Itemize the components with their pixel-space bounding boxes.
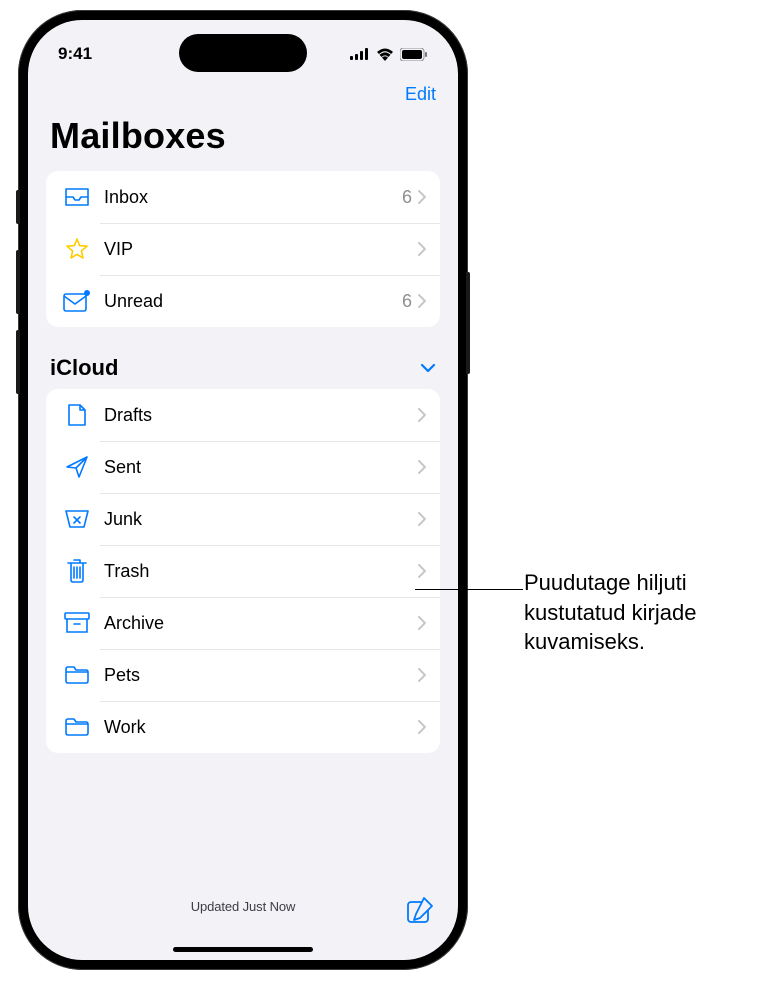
chevron-right-icon: [418, 720, 426, 734]
chevron-down-icon: [420, 363, 436, 373]
chevron-right-icon: [418, 242, 426, 256]
mailbox-vip[interactable]: VIP: [46, 223, 440, 275]
chevron-right-icon: [418, 460, 426, 474]
sent-icon: [62, 455, 92, 479]
compose-button[interactable]: [406, 896, 434, 924]
account-header-icloud[interactable]: iCloud: [28, 327, 458, 389]
drafts-icon: [62, 403, 92, 427]
chevron-right-icon: [418, 668, 426, 682]
mailbox-inbox[interactable]: Inbox 6: [46, 171, 440, 223]
volume-down-button: [16, 330, 20, 394]
folder-label: Drafts: [104, 405, 418, 426]
folder-pets[interactable]: Pets: [46, 649, 440, 701]
junk-icon: [62, 507, 92, 531]
mailbox-unread[interactable]: Unread 6: [46, 275, 440, 327]
edit-button[interactable]: Edit: [405, 84, 436, 105]
folder-icon: [62, 663, 92, 687]
chevron-right-icon: [418, 564, 426, 578]
inbox-icon: [62, 185, 92, 209]
wifi-icon: [376, 48, 394, 61]
folder-trash[interactable]: Trash: [46, 545, 440, 597]
folder-junk[interactable]: Junk: [46, 493, 440, 545]
mailbox-label: Unread: [104, 291, 402, 312]
folder-label: Sent: [104, 457, 418, 478]
nav-bar: Edit: [28, 74, 458, 109]
silent-switch: [16, 190, 20, 224]
status-indicators: [350, 48, 428, 61]
chevron-right-icon: [418, 294, 426, 308]
callout-text: Puudutage hiljuti kustutatud kirjade kuv…: [524, 568, 754, 657]
chevron-right-icon: [418, 616, 426, 630]
star-icon: [62, 237, 92, 261]
account-name: iCloud: [50, 355, 118, 381]
folder-label: Junk: [104, 509, 418, 530]
folder-archive[interactable]: Archive: [46, 597, 440, 649]
folder-icon: [62, 715, 92, 739]
trash-icon: [62, 559, 92, 583]
chevron-right-icon: [418, 408, 426, 422]
unread-icon: [62, 289, 92, 313]
chevron-right-icon: [418, 190, 426, 204]
status-time: 9:41: [58, 44, 92, 64]
folder-label: Archive: [104, 613, 418, 634]
screen: 9:41 Edit Mailboxes: [28, 20, 458, 960]
folder-label: Work: [104, 717, 418, 738]
smart-mailboxes-list: Inbox 6 VIP Unread 6: [46, 171, 440, 327]
chevron-right-icon: [418, 512, 426, 526]
home-indicator[interactable]: [173, 947, 313, 952]
mailbox-label: VIP: [104, 239, 418, 260]
toolbar-status: Updated Just Now: [191, 899, 296, 914]
folder-label: Trash: [104, 561, 418, 582]
account-folders-list: Drafts Sent Junk Tra: [46, 389, 440, 753]
battery-icon: [400, 48, 428, 61]
callout-leader-line: [415, 589, 523, 590]
folder-drafts[interactable]: Drafts: [46, 389, 440, 441]
dynamic-island: [179, 34, 307, 72]
page-title: Mailboxes: [28, 109, 458, 171]
volume-up-button: [16, 250, 20, 314]
folder-sent[interactable]: Sent: [46, 441, 440, 493]
cellular-icon: [350, 48, 370, 60]
unread-count: 6: [402, 291, 412, 312]
folder-label: Pets: [104, 665, 418, 686]
folder-work[interactable]: Work: [46, 701, 440, 753]
unread-count: 6: [402, 187, 412, 208]
archive-icon: [62, 611, 92, 635]
side-button: [466, 272, 470, 374]
phone-frame: 9:41 Edit Mailboxes: [18, 10, 468, 970]
mailbox-label: Inbox: [104, 187, 402, 208]
